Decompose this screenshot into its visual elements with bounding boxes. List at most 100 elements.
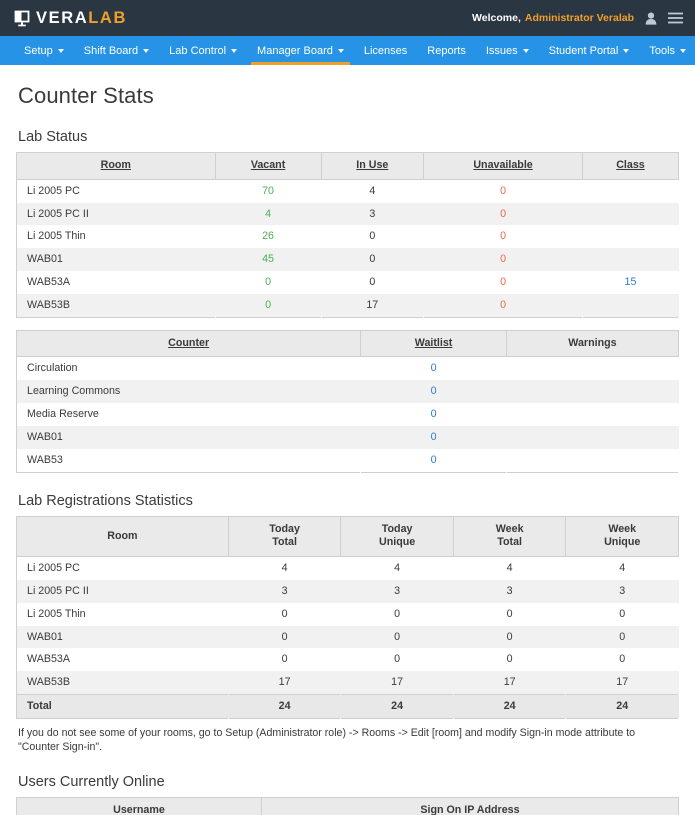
table-row: Li 2005 Thin 0 0 0 0: [17, 603, 679, 626]
cell-today-total: 17: [278, 676, 291, 689]
cell-class: [582, 294, 678, 317]
cell-room: Li 2005 PC: [27, 184, 80, 197]
column-header-waitlist[interactable]: Waitlist: [360, 329, 507, 358]
cell-waitlist-text[interactable]: 0: [431, 385, 437, 397]
cell-today-total: 3: [281, 584, 288, 597]
cell-unavailable: 0: [424, 179, 583, 202]
cell-week-total: 4: [506, 562, 513, 575]
app-logo[interactable]: VERA LAB: [14, 10, 127, 27]
cell-vacant-text: 0: [265, 276, 272, 289]
cell-waitlist[interactable]: 0: [361, 357, 507, 380]
cell-room: Li 2005 Thin: [27, 607, 86, 620]
cell-unavailable: 0: [424, 271, 583, 294]
cell-vacant-text: 4: [265, 207, 272, 220]
column-header-class[interactable]: Class: [581, 152, 680, 180]
cell-unavailable-text: 0: [500, 207, 507, 220]
cell-class[interactable]: 15: [582, 271, 678, 294]
column-header-counter[interactable]: Counter: [15, 329, 362, 358]
table-row: Li 2005 PC 70 4 0: [17, 179, 679, 202]
nav-item-licenses[interactable]: Licenses: [354, 36, 417, 65]
column-header-room: Room: [16, 515, 229, 558]
table-header-row: Username Sign On IP Address: [16, 797, 680, 815]
cell-waitlist[interactable]: 0: [361, 380, 507, 403]
cell-waitlist[interactable]: 0: [361, 403, 507, 426]
cell-vacant-text: 26: [262, 230, 274, 243]
main-navigation-bar: Setup Shift Board Lab Control Manager Board…: [0, 36, 695, 65]
welcome-username[interactable]: Administrator Veralab: [525, 12, 634, 24]
nav-item-label: Reports: [427, 44, 466, 57]
chevron-down-icon: [143, 49, 150, 53]
cell-waitlist-text[interactable]: 0: [431, 431, 437, 443]
cell-vacant-text: 45: [262, 253, 274, 266]
lab-status-heading: Lab Status: [18, 129, 88, 145]
hamburger-menu-icon[interactable]: [668, 12, 683, 24]
cell-total-week-total: 24: [452, 694, 566, 719]
nav-item-tools[interactable]: Tools: [639, 36, 695, 65]
cell-vacant: 45: [215, 248, 321, 271]
cell-week-total: 0: [506, 630, 513, 643]
column-header-room[interactable]: Room: [16, 152, 216, 180]
cell-room: WAB01: [27, 253, 63, 266]
cell-today-unique: 0: [394, 630, 401, 643]
cell-week-total: 0: [506, 653, 513, 666]
cell-week-unique: 3: [619, 584, 626, 597]
column-header-in-use[interactable]: In Use: [320, 152, 425, 180]
table-row: Learning Commons 0: [16, 380, 679, 404]
cell-class-text[interactable]: 15: [625, 276, 637, 288]
table-row: WAB01 45 0 0: [16, 248, 679, 272]
cell-room: WAB53B: [27, 676, 70, 689]
column-header-unavailable[interactable]: Unavailable: [423, 152, 583, 180]
chevron-down-icon: [522, 49, 529, 53]
cell-vacant-text: 70: [262, 184, 274, 197]
cell-waitlist[interactable]: 0: [361, 449, 507, 472]
table-row: Circulation 0: [17, 357, 679, 380]
table-row: WAB01 0 0 0 0: [16, 625, 679, 649]
header-right-group: Welcome, Administrator Veralab: [472, 12, 683, 25]
cell-waitlist-text[interactable]: 0: [431, 408, 437, 420]
cell-vacant: 4: [215, 203, 321, 226]
cell-waitlist[interactable]: 0: [361, 426, 507, 449]
nav-item-label: Setup: [24, 44, 53, 57]
cell-waitlist-text[interactable]: 0: [431, 362, 437, 374]
column-header-week-unique: Week Unique: [565, 515, 679, 558]
cell-warnings: [506, 357, 678, 380]
cell-week-unique: 17: [616, 676, 629, 689]
table-row: WAB53B 17 17 17 17: [16, 671, 679, 695]
nav-item-manager-board[interactable]: Manager Board: [247, 36, 354, 65]
cell-room: Li 2005 Thin: [27, 230, 86, 243]
cell-room: WAB53A: [27, 276, 70, 289]
column-header-vacant[interactable]: Vacant: [214, 152, 322, 180]
user-icon[interactable]: [645, 12, 657, 25]
cell-unavailable-text: 0: [500, 253, 507, 266]
table-header-row: Room Vacant In Use Unavailable Class: [16, 152, 680, 180]
column-header-week-total: Week Total: [452, 515, 567, 558]
cell-in-use-text: 4: [369, 184, 376, 197]
top-header-bar: VERA LAB Welcome, Administrator Veralab: [0, 0, 695, 36]
cell-vacant-text: 0: [265, 298, 272, 311]
cell-in-use-text: 0: [369, 230, 376, 243]
cell-unavailable-text: 0: [500, 276, 507, 289]
cell-class: [582, 203, 678, 226]
cell-unavailable-text: 0: [500, 298, 507, 311]
cell-room: Li 2005 PC II: [27, 584, 89, 597]
cell-today-total: 0: [281, 630, 288, 643]
logo-vera-text: VERA: [36, 8, 89, 27]
cell-waitlist-text[interactable]: 0: [431, 454, 437, 466]
nav-item-reports[interactable]: Reports: [417, 36, 476, 65]
cell-week-unique: 0: [619, 607, 626, 620]
cell-class: [582, 179, 678, 202]
cell-unavailable: 0: [424, 248, 583, 271]
nav-item-label: Student Portal: [548, 44, 619, 57]
cell-unavailable-text: 0: [500, 184, 507, 197]
cell-counter: Media Reserve: [27, 408, 99, 421]
nav-item-label: Tools: [649, 44, 676, 57]
page-content: Counter Stats Lab Status Room Vacant In …: [0, 83, 695, 815]
nav-item-lab-control[interactable]: Lab Control: [159, 36, 247, 65]
nav-item-issues[interactable]: Issues: [476, 36, 539, 65]
nav-item-shift-board[interactable]: Shift Board: [74, 36, 159, 65]
logo-lab-text: LAB: [88, 8, 127, 27]
nav-item-student-portal[interactable]: Student Portal: [539, 36, 640, 65]
cell-counter: Learning Commons: [27, 385, 121, 398]
table-row: Media Reserve 0: [17, 403, 679, 426]
nav-item-setup[interactable]: Setup: [14, 36, 74, 65]
